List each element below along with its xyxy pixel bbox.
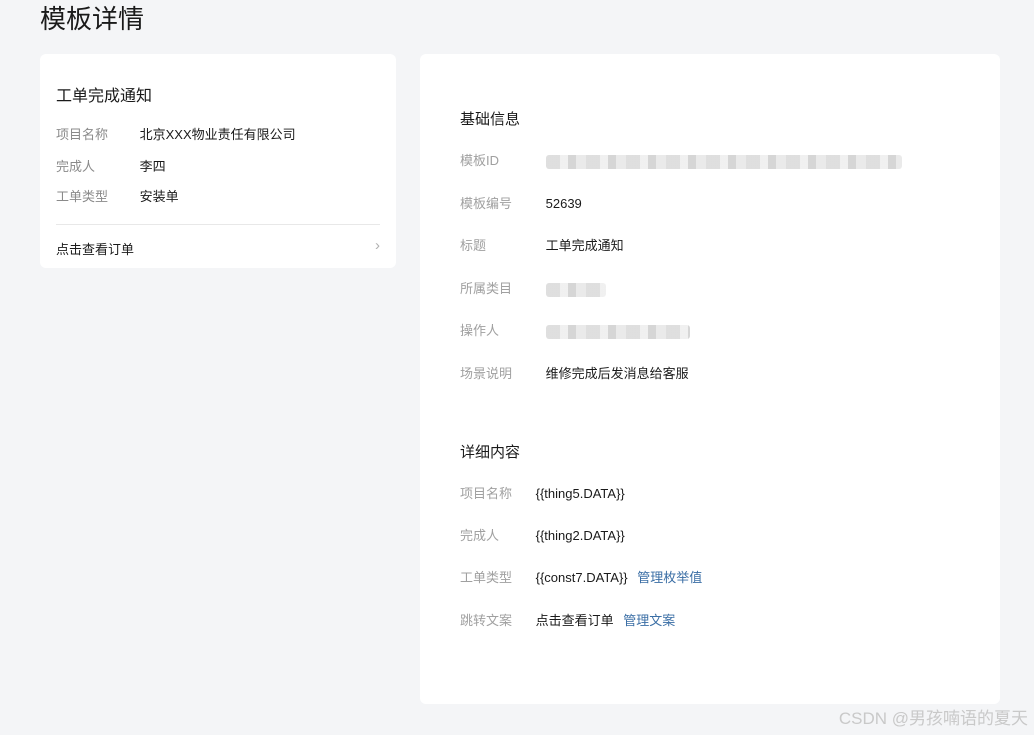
basic-row-label: 标题 xyxy=(460,238,487,253)
manage-copy-link[interactable]: 管理文案 xyxy=(623,613,675,628)
basic-row-title: 标题 工单完成通知 xyxy=(460,236,624,256)
detail-row-label: 工单类型 xyxy=(460,570,513,585)
basic-row-value: 52639 xyxy=(545,196,582,211)
basic-row-template-number: 模板编号 52639 xyxy=(460,194,582,214)
preview-divider xyxy=(56,224,380,225)
basic-row-label: 模板ID xyxy=(460,153,500,168)
view-order-link-label: 点击查看订单 xyxy=(56,242,135,257)
preview-row-completer: 完成人 李四 xyxy=(56,156,166,175)
redacted-value xyxy=(545,154,902,169)
basic-info-title: 基础信息 xyxy=(460,111,521,128)
preview-row-value: 安装单 xyxy=(139,189,179,204)
template-detail-card: 基础信息 模板ID 模板编号 52639 标题 工单完成通知 所属类目 操作人 … xyxy=(420,54,1000,704)
detail-content-title: 详细内容 xyxy=(460,444,521,461)
preview-row-label: 项目名称 xyxy=(56,127,109,142)
basic-row-label: 所属类目 xyxy=(460,281,513,296)
basic-row-value: 工单完成通知 xyxy=(545,238,624,253)
basic-row-scenario: 场景说明 维修完成后发消息给客服 xyxy=(460,364,689,384)
basic-row-label: 模板编号 xyxy=(460,196,513,211)
template-preview-card: 工单完成通知 项目名称 北京XXX物业责任有限公司 完成人 李四 工单类型 安装… xyxy=(40,54,396,268)
preview-row-label: 完成人 xyxy=(56,159,96,174)
detail-row-value: {{thing5.DATA}} xyxy=(535,486,625,501)
basic-row-template-id: 模板ID xyxy=(460,151,902,171)
chevron-right-icon: › xyxy=(375,237,380,254)
basic-row-label: 场景说明 xyxy=(460,366,513,381)
basic-row-operator: 操作人 xyxy=(460,321,690,341)
preview-row-project-name: 项目名称 北京XXX物业责任有限公司 xyxy=(56,124,296,143)
detail-row-order-type: 工单类型 {{const7.DATA}} 管理枚举值 xyxy=(460,568,702,588)
detail-row-label: 项目名称 xyxy=(460,486,513,501)
detail-row-completer: 完成人 {{thing2.DATA}} xyxy=(460,526,625,546)
page-title: 模板详情 xyxy=(40,4,145,34)
watermark: CSDN @男孩喃语的夏天 xyxy=(838,709,1028,728)
detail-row-project-name: 项目名称 {{thing5.DATA}} xyxy=(460,484,625,504)
manage-enum-values-link[interactable]: 管理枚举值 xyxy=(637,570,702,585)
basic-row-label: 操作人 xyxy=(460,323,500,338)
detail-row-label: 完成人 xyxy=(460,528,500,543)
detail-row-value: {{thing2.DATA}} xyxy=(535,528,625,543)
preview-row-value: 李四 xyxy=(139,159,166,174)
preview-row-order-type: 工单类型 安装单 xyxy=(56,186,179,205)
detail-row-jump-text: 跳转文案 点击查看订单 管理文案 xyxy=(460,611,675,631)
preview-title: 工单完成通知 xyxy=(56,88,153,105)
page: 模板详情 工单完成通知 项目名称 北京XXX物业责任有限公司 完成人 李四 工单… xyxy=(0,0,1034,735)
detail-row-value: 点击查看订单 xyxy=(535,613,614,628)
redacted-value xyxy=(545,324,690,339)
basic-row-category: 所属类目 xyxy=(460,279,606,299)
redacted-value xyxy=(545,282,606,297)
detail-row-label: 跳转文案 xyxy=(460,613,513,628)
preview-row-value: 北京XXX物业责任有限公司 xyxy=(139,127,296,142)
view-order-link[interactable]: 点击查看订单 › xyxy=(56,237,380,258)
preview-row-label: 工单类型 xyxy=(56,189,109,204)
basic-row-value: 维修完成后发消息给客服 xyxy=(545,366,689,381)
detail-row-value: {{const7.DATA}} xyxy=(535,570,628,585)
